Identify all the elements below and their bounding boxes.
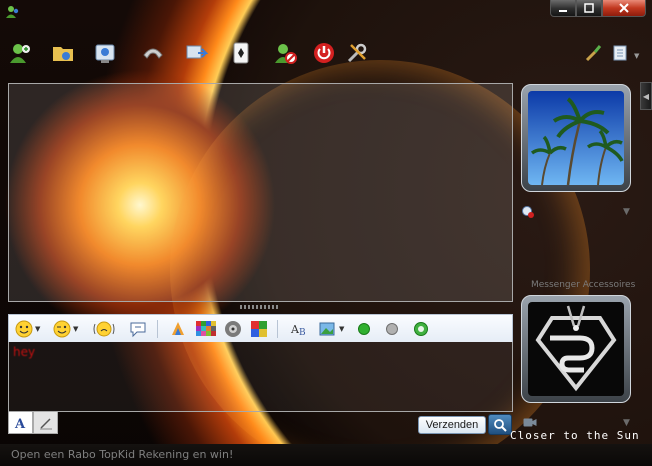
main-toolbar: ▼	[0, 38, 652, 72]
accessories-label: Messenger Accessoires	[531, 280, 636, 290]
advertisement-bar[interactable]: Open een Rabo TopKid Rekening en win!	[0, 444, 652, 466]
paint-brush-icon	[585, 45, 602, 62]
call-button[interactable]	[138, 38, 168, 68]
call-icon	[143, 48, 163, 59]
activities-icon	[186, 45, 208, 59]
gray-dot-button[interactable]	[385, 320, 399, 338]
image-chevron-down-icon: ▼	[339, 325, 345, 333]
search-button[interactable]	[488, 414, 512, 435]
maximize-button[interactable]	[576, 0, 602, 17]
webcam-icon	[95, 44, 115, 63]
format-toolbar: ▼ ▼ AB ▼	[8, 314, 513, 342]
pen-icon	[39, 417, 52, 429]
svg-text:B: B	[299, 328, 306, 338]
color-grid-button[interactable]	[196, 320, 216, 338]
settings-dot-button[interactable]	[413, 320, 429, 338]
chevron-left-icon: ◀	[642, 91, 650, 101]
disconnect-icon	[314, 43, 334, 63]
emoticon-button[interactable]: ▼	[15, 320, 40, 338]
block-contact-button[interactable]	[270, 38, 300, 68]
title-bar	[0, 0, 652, 26]
ink-mode-tab[interactable]	[33, 412, 58, 434]
nudge-button[interactable]	[93, 320, 115, 338]
puzzle-button[interactable]	[250, 320, 268, 338]
messenger-buddy-icon	[6, 5, 20, 19]
menu-button[interactable]	[606, 38, 636, 68]
nudge-icon	[93, 321, 115, 337]
puzzle-icon	[251, 321, 267, 337]
close-icon	[619, 3, 629, 13]
minimize-icon	[559, 10, 567, 12]
send-files-button[interactable]	[48, 38, 78, 68]
text-mode-icon: A	[14, 417, 26, 430]
activities-button[interactable]	[181, 38, 211, 68]
block-contact-icon	[275, 44, 297, 64]
color-grid-icon	[196, 321, 216, 336]
close-button[interactable]	[602, 0, 646, 17]
menu-icon	[613, 45, 627, 61]
input-mode-tabs: A	[8, 412, 58, 434]
settings-dot-icon	[414, 322, 428, 336]
contact-picture-chevron-down-icon[interactable]: ▼	[623, 207, 630, 217]
invite-contact-button[interactable]	[5, 38, 35, 68]
message-input[interactable]: hey	[8, 342, 513, 412]
wallpaper-button[interactable]	[169, 320, 187, 338]
message-input-text: hey	[13, 345, 36, 359]
wallpaper-icon	[172, 322, 184, 335]
my-display-picture[interactable]	[521, 295, 631, 403]
games-icon	[233, 42, 249, 64]
green-dot-button[interactable]	[357, 320, 371, 338]
format-separator	[277, 320, 278, 338]
voice-clip-button[interactable]	[129, 320, 147, 338]
conversation-history[interactable]	[8, 83, 513, 302]
my-picture-chevron-down-icon[interactable]: ▼	[623, 418, 630, 428]
send-button[interactable]: Verzenden	[418, 416, 486, 434]
send-files-icon	[53, 47, 73, 61]
emoticon-chevron-down-icon: ▼	[35, 325, 41, 333]
wink-button[interactable]: ▼	[53, 320, 78, 338]
contact-picture-image	[528, 91, 624, 185]
games-button[interactable]	[226, 38, 256, 68]
smiley-icon	[15, 320, 33, 338]
contact-status-icon[interactable]	[521, 205, 535, 219]
tools-icon	[347, 43, 367, 63]
gray-dot-icon	[386, 323, 398, 335]
sidebar-toggle[interactable]: ◀	[640, 82, 652, 110]
sound-icon	[225, 321, 241, 337]
advertisement-text[interactable]: Open een Rabo TopKid Rekening en win!	[11, 448, 233, 461]
format-separator	[157, 320, 158, 338]
now-playing-text: Closer to the Sun	[510, 429, 640, 442]
text-mode-tab[interactable]: A	[8, 412, 33, 434]
search-icon	[494, 418, 507, 432]
menu-chevron-down-icon[interactable]: ▼	[634, 52, 639, 60]
my-picture-image	[528, 302, 624, 396]
font-icon: AB	[290, 323, 306, 338]
image-button[interactable]: ▼	[319, 320, 344, 338]
sound-button[interactable]	[224, 320, 242, 338]
paint-brush-button[interactable]	[578, 38, 608, 68]
contact-display-picture[interactable]	[521, 84, 631, 192]
maximize-icon	[584, 3, 594, 13]
svg-text:A: A	[14, 417, 26, 430]
wink-chevron-down-icon: ▼	[73, 325, 79, 333]
green-dot-icon	[358, 323, 370, 335]
minimize-button[interactable]	[550, 0, 576, 17]
tools-button[interactable]	[342, 38, 372, 68]
webcam-button[interactable]	[90, 38, 120, 68]
wink-icon	[53, 320, 71, 338]
image-icon	[319, 322, 335, 336]
splitter-grip[interactable]	[240, 305, 280, 309]
voice-clip-icon	[130, 322, 146, 338]
disconnect-button[interactable]	[309, 38, 339, 68]
font-button[interactable]: AB	[290, 320, 308, 338]
invite-contact-icon	[10, 44, 30, 63]
